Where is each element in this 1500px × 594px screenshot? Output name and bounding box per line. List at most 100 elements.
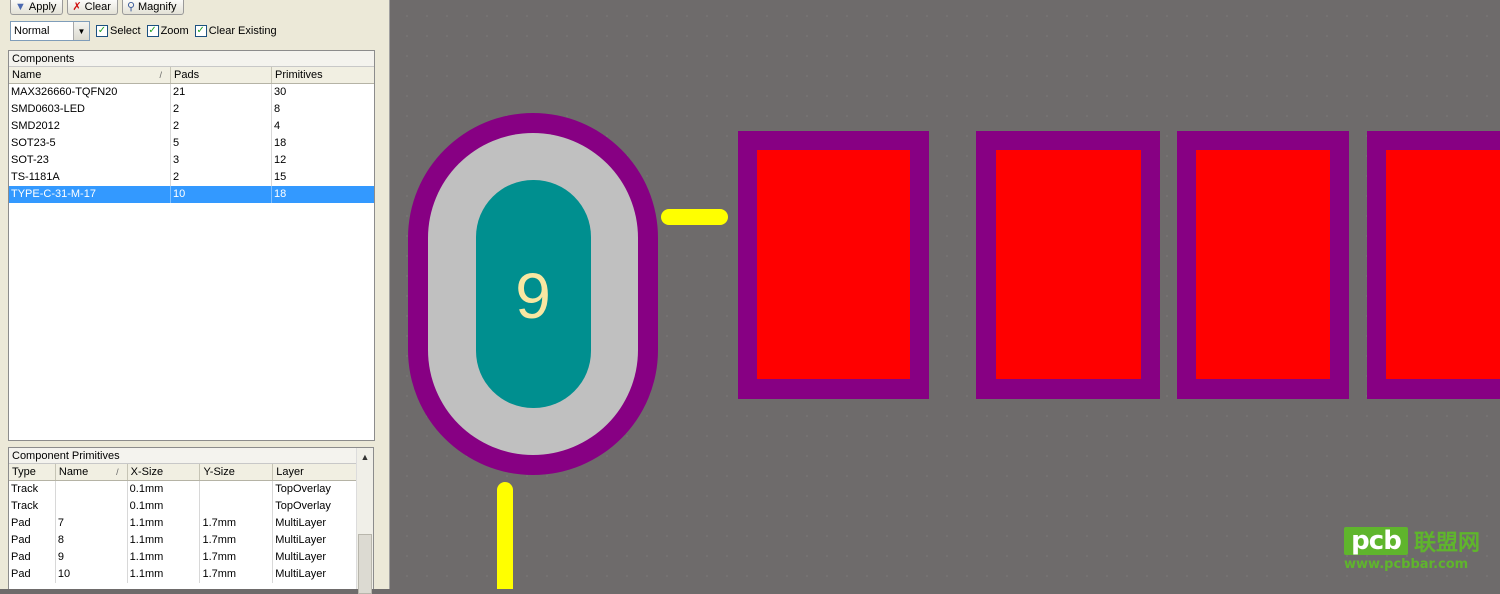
checkmark-icon[interactable]: ✓: [96, 25, 108, 37]
table-cell: 1.7mm: [200, 549, 274, 566]
clear-button-label: Clear: [84, 1, 111, 13]
table-cell: 1.7mm: [200, 515, 274, 532]
column-header-pads[interactable]: Pads: [171, 67, 272, 83]
magnify-button-label: Magnify: [138, 1, 177, 13]
table-cell: TYPE-C-31-M-17: [9, 186, 171, 203]
zoom-checkbox[interactable]: ✓ Zoom: [146, 25, 189, 37]
magnifier-icon: ⚲: [126, 0, 135, 13]
table-cell: 2: [171, 169, 272, 186]
table-cell: [200, 481, 274, 498]
table-cell: 4: [274, 120, 281, 132]
table-row[interactable]: Pad 9 1.1mm 1.7mm MultiLayer: [9, 549, 356, 566]
components-grid-title: Components: [9, 51, 374, 67]
table-cell: Pad: [9, 532, 56, 549]
watermark: pcb 联盟网 www.pcbbar.com: [1344, 521, 1494, 572]
table-cell: MultiLayer: [275, 551, 327, 563]
select-checkbox[interactable]: ✓ Select: [96, 25, 141, 37]
watermark-logo: pcb: [1344, 526, 1408, 556]
components-grid-body: MAX326660-TQFN20 21 30 SMD0603-LED 2 8 SMD2012…: [9, 84, 374, 203]
table-cell: 7: [56, 515, 128, 532]
pcb-library-canvas[interactable]: 9 pcb 联盟网 www.pcbbar.com: [391, 0, 1500, 589]
clear-x-icon: ✗: [72, 0, 82, 13]
table-row[interactable]: SOT-23 3 12: [9, 152, 374, 169]
table-row[interactable]: Track 0.1mm TopOverlay: [9, 481, 356, 498]
table-cell: MultiLayer: [275, 534, 327, 546]
primitives-grid-header: Type Name / X-Size Y-Size Layer: [9, 464, 356, 481]
sort-indicator-icon: /: [159, 70, 162, 80]
mode-select-value: Normal: [14, 25, 50, 37]
table-cell: 1.7mm: [200, 566, 274, 583]
smd-pad-copper: [1386, 150, 1500, 379]
scroll-up-icon[interactable]: ▲: [357, 448, 373, 465]
column-header-y-size[interactable]: Y-Size: [200, 464, 274, 480]
primitives-grid: Component Primitives Type Name / X-Size Y…: [8, 447, 374, 594]
column-header-name[interactable]: Name /: [56, 464, 128, 480]
apply-button-label: Apply: [28, 1, 57, 13]
column-header-layer[interactable]: Layer: [273, 464, 356, 480]
table-row[interactable]: SMD2012 2 4: [9, 118, 374, 135]
pad-designator: 9: [515, 260, 551, 332]
sort-indicator-icon: /: [116, 467, 119, 477]
table-cell: 30: [274, 86, 287, 98]
table-row[interactable]: TS-1181A 2 15: [9, 169, 374, 186]
magnify-button[interactable]: ⚲ Magnify: [121, 0, 184, 15]
table-row[interactable]: TYPE-C-31-M-17 10 18: [9, 186, 374, 203]
table-cell: 1.1mm: [128, 532, 201, 549]
table-row[interactable]: Pad 10 1.1mm 1.7mm MultiLayer: [9, 566, 356, 583]
table-cell: TopOverlay: [275, 483, 331, 495]
table-cell: 21: [171, 84, 272, 101]
table-cell: 1.1mm: [128, 515, 201, 532]
table-cell: 10: [56, 566, 128, 583]
chevron-down-icon[interactable]: ▼: [73, 22, 89, 40]
clear-button[interactable]: ✗ Clear: [67, 0, 118, 15]
table-cell: MultiLayer: [275, 568, 327, 580]
select-checkbox-label: Select: [110, 25, 141, 37]
table-cell: 0.1mm: [128, 498, 201, 515]
table-cell: 9: [56, 549, 128, 566]
table-cell: TS-1181A: [9, 169, 171, 186]
column-header-primitives[interactable]: Primitives: [272, 67, 374, 83]
table-row[interactable]: Pad 8 1.1mm 1.7mm MultiLayer: [9, 532, 356, 549]
smd-pad-copper: [1196, 150, 1330, 379]
checkmark-icon[interactable]: ✓: [194, 25, 207, 37]
smd-pad[interactable]: [976, 131, 1160, 399]
table-row[interactable]: SMD0603-LED 2 8: [9, 101, 374, 118]
smd-pad-copper: [996, 150, 1141, 379]
mode-select[interactable]: Normal ▼: [10, 21, 90, 41]
primitives-scrollbar[interactable]: ▲: [356, 448, 373, 594]
column-header-name[interactable]: Name /: [9, 67, 171, 83]
table-cell: 18: [274, 137, 287, 149]
column-header-type[interactable]: Type: [9, 464, 56, 480]
column-header-x-size[interactable]: X-Size: [128, 464, 201, 480]
table-cell: MultiLayer: [275, 517, 327, 529]
smd-pad[interactable]: [1367, 131, 1500, 399]
table-row[interactable]: Pad 7 1.1mm 1.7mm MultiLayer: [9, 515, 356, 532]
table-cell: 2: [171, 101, 272, 118]
smd-pad[interactable]: [1177, 131, 1349, 399]
options-row: Normal ▼ ✓ Select ✓ Zoom ✓ Clear Existin…: [10, 20, 277, 42]
table-cell: Pad: [9, 566, 56, 583]
table-cell: 12: [274, 154, 287, 166]
table-cell: TopOverlay: [275, 500, 331, 512]
apply-button[interactable]: ▼ Apply: [10, 0, 64, 15]
checkmark-icon[interactable]: ✓: [146, 25, 159, 37]
table-cell: 1.1mm: [128, 549, 201, 566]
table-cell: 0.1mm: [128, 481, 201, 498]
table-cell: 8: [56, 532, 128, 549]
funnel-icon: ▼: [15, 0, 26, 13]
table-cell: SMD2012: [9, 118, 171, 135]
pcb-filter-panel: ▼ Apply ✗ Clear ⚲ Magnify Normal ▼ ✓ Sel…: [0, 0, 390, 594]
clear-existing-checkbox[interactable]: ✓ Clear Existing: [194, 25, 277, 37]
smd-pad[interactable]: [738, 131, 929, 399]
table-cell: SOT23-5: [9, 135, 171, 152]
scrollbar-thumb[interactable]: [358, 534, 372, 594]
table-row[interactable]: MAX326660-TQFN20 21 30: [9, 84, 374, 101]
table-cell: 10: [171, 186, 272, 203]
table-row[interactable]: SOT23-5 5 18: [9, 135, 374, 152]
table-cell: [200, 498, 274, 515]
table-cell: Track: [9, 498, 56, 515]
table-cell: MAX326660-TQFN20: [9, 84, 171, 101]
table-cell: SOT-23: [9, 152, 171, 169]
table-cell: 1.1mm: [128, 566, 201, 583]
table-row[interactable]: Track 0.1mm TopOverlay: [9, 498, 356, 515]
